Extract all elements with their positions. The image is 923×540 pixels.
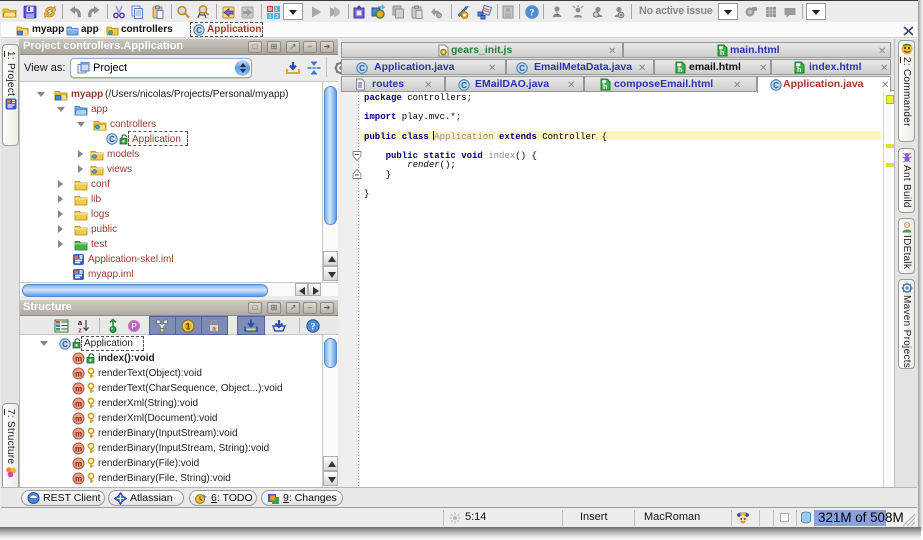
svg-text:h: h [603,84,607,91]
svg-text:m: m [75,370,82,379]
svg-text:C: C [359,64,365,73]
svg-text:C: C [62,340,68,349]
svg-text:P: P [131,322,137,331]
svg-text:h: h [720,50,724,57]
svg-text:C: C [196,26,202,35]
svg-text:1: 1 [274,7,277,13]
svg-text:m: m [75,445,82,454]
svg-text:m: m [75,415,82,424]
svg-text:C: C [461,81,467,90]
svg-text:C: C [519,64,525,73]
svg-text:1: 1 [185,322,190,332]
svg-text:m: m [75,475,82,484]
svg-text:2: 2 [275,14,278,20]
svg-text:h: h [797,67,801,74]
svg-text:m: m [75,430,82,439]
svg-text:?: ? [530,9,535,19]
svg-text:m: m [75,355,82,364]
svg-text:z: z [78,326,82,335]
svg-text:h: h [678,67,682,74]
svg-text:m: m [75,460,82,469]
svg-text:1: 1 [268,14,271,20]
svg-text:C: C [109,135,115,144]
svg-text:m: m [75,400,82,409]
svg-text:C: C [773,81,779,90]
svg-text:?: ? [311,323,316,333]
svg-text:a: a [212,326,216,333]
svg-text:m: m [75,385,82,394]
